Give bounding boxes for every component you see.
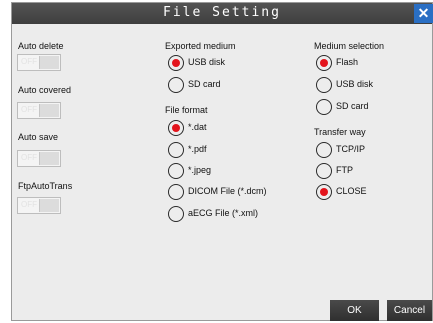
auto-delete-label: Auto delete	[18, 41, 64, 51]
radio-selected-dot	[320, 188, 328, 196]
radio-circle	[168, 142, 184, 158]
file-setting-dialog: File Setting ✕ Auto delete OFF Auto cove…	[11, 2, 433, 321]
toggle-knob	[39, 104, 59, 117]
auto-covered-toggle[interactable]: OFF	[17, 102, 61, 119]
radio-label: *.pdf	[188, 144, 207, 154]
radio-label: Flash	[336, 57, 359, 67]
radio-circle	[316, 77, 332, 93]
radio-label: DICOM File (*.dcm)	[188, 186, 267, 196]
medium-selection-label: Medium selection	[314, 41, 385, 51]
auto-covered-label: Auto covered	[18, 85, 72, 95]
radio-label: CLOSE	[336, 186, 367, 196]
auto-save-toggle[interactable]: OFF	[17, 150, 61, 167]
radio-selected-dot	[320, 59, 328, 67]
radio-circle	[168, 77, 184, 93]
radio-circle	[168, 120, 184, 136]
radio-circle	[168, 206, 184, 222]
toggle-knob	[39, 199, 59, 212]
title-bar: File Setting ✕	[12, 3, 433, 24]
auto-covered-toggle-state: OFF	[21, 105, 37, 114]
cancel-button[interactable]: Cancel	[387, 300, 432, 321]
close-button[interactable]: ✕	[414, 4, 433, 23]
radio-circle	[168, 55, 184, 71]
radio-label: TCP/IP	[336, 144, 366, 154]
auto-delete-toggle-state: OFF	[21, 57, 37, 66]
transfer-way-label: Transfer way	[314, 127, 366, 137]
radio-circle	[316, 55, 332, 71]
auto-delete-toggle[interactable]: OFF	[17, 54, 61, 71]
radio-label: aECG File (*.xml)	[188, 208, 259, 218]
auto-save-label: Auto save	[18, 132, 59, 142]
auto-save-toggle-state: OFF	[21, 153, 37, 162]
dialog-title: File Setting	[163, 5, 281, 20]
radio-label: FTP	[336, 165, 353, 175]
radio-circle	[316, 163, 332, 179]
ftp-auto-trans-toggle-state: OFF	[21, 200, 37, 209]
radio-label: SD card	[188, 79, 221, 89]
ftp-auto-trans-toggle[interactable]: OFF	[17, 197, 61, 214]
ftp-auto-trans-label: FtpAutoTrans	[18, 181, 73, 191]
toggle-knob	[39, 152, 59, 165]
radio-label: USB disk	[188, 57, 226, 67]
radio-circle	[316, 99, 332, 115]
radio-label: SD card	[336, 101, 369, 111]
radio-selected-dot	[172, 59, 180, 67]
radio-label: USB disk	[336, 79, 374, 89]
toggle-knob	[39, 56, 59, 69]
radio-circle	[168, 184, 184, 200]
radio-circle	[316, 142, 332, 158]
radio-label: *.jpeg	[188, 165, 212, 175]
radio-circle	[316, 184, 332, 200]
file-format-label: File format	[165, 105, 208, 115]
exported-medium-label: Exported medium	[165, 41, 236, 51]
radio-label: *.dat	[188, 122, 207, 132]
radio-selected-dot	[172, 124, 180, 132]
ok-button[interactable]: OK	[330, 300, 379, 321]
radio-circle	[168, 163, 184, 179]
